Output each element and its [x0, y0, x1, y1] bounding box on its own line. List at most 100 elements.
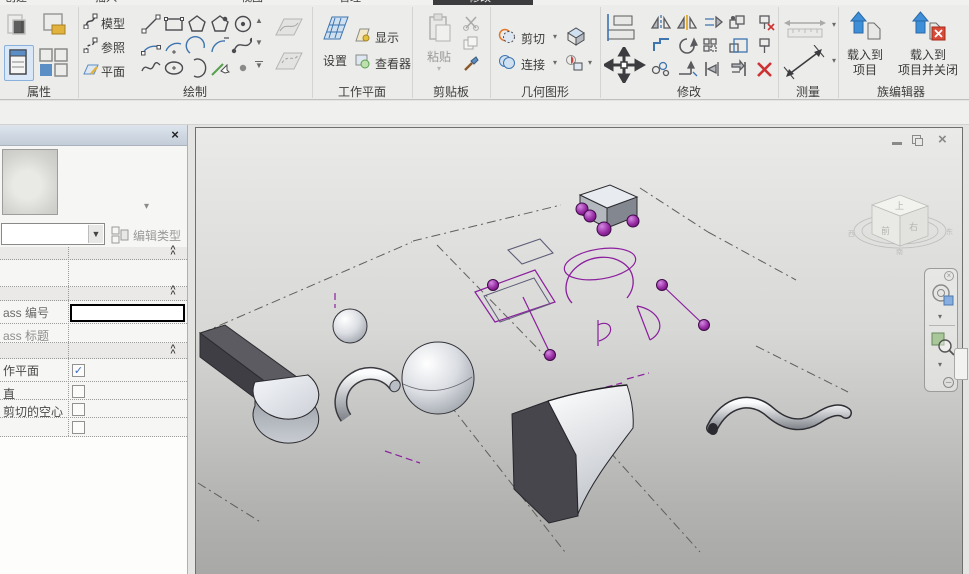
workplane-viewer-button[interactable]: 查看器	[375, 55, 411, 72]
show-workplane-icon[interactable]	[354, 27, 371, 43]
restore-window-icon[interactable]	[912, 135, 921, 144]
draw-inscribed-polygon-icon[interactable]	[189, 16, 205, 31]
load-into-project-and-close-button[interactable]: 载入到项目并关闭	[892, 11, 964, 85]
measure-horizontal-icon[interactable]	[782, 15, 828, 41]
cut-geometry-dropdown-icon[interactable]: ▾	[553, 33, 557, 41]
show-workplane-button[interactable]: 显示	[375, 29, 399, 46]
measure-diagonal-dropdown-icon[interactable]: ▾	[832, 57, 836, 65]
reference-line-icon[interactable]	[82, 37, 98, 53]
draw-arc-center-ends-icon[interactable]	[166, 43, 181, 54]
type-selector-combobox[interactable]: ▼	[1, 223, 105, 245]
properties-toggle-button[interactable]	[4, 45, 34, 81]
zoom-tool-icon[interactable]	[930, 331, 956, 357]
palette-close-icon[interactable]: ×	[167, 127, 183, 143]
preview-dropdown-icon[interactable]: ▾	[144, 201, 149, 212]
section-header[interactable]: ^^	[0, 247, 187, 260]
copy-icon[interactable]	[462, 35, 480, 51]
paint-dropdown-icon[interactable]: ▾	[588, 59, 592, 67]
copy-element-icon[interactable]	[730, 16, 744, 28]
reference-line-button[interactable]: 参照	[101, 39, 125, 56]
draw-circumscribed-polygon-icon[interactable]	[212, 16, 228, 31]
paste-button[interactable]: 粘贴 ▾	[420, 13, 458, 83]
large-sphere[interactable]	[402, 342, 474, 414]
join-geometry-dropdown-icon[interactable]: ▾	[553, 59, 557, 67]
draw-half-ellipse-icon[interactable]	[194, 59, 206, 77]
navbar-close-icon[interactable]: ×	[944, 271, 954, 281]
mirror-pick-axis-icon[interactable]	[652, 15, 670, 30]
spline-surface-disabled-icon[interactable]	[268, 13, 308, 43]
revolve-surface-disabled-icon[interactable]	[268, 47, 308, 77]
measure-diagonal-icon[interactable]	[782, 45, 828, 81]
rotate-icon[interactable]	[680, 39, 697, 53]
draw-expand-icon[interactable]: ▼	[255, 61, 263, 70]
zoom-dropdown-icon[interactable]: ▾	[938, 361, 942, 369]
family-category-icon[interactable]	[4, 11, 74, 43]
d-extrusion[interactable]	[253, 375, 319, 443]
extend-multiple-icon[interactable]	[732, 61, 745, 76]
split-element-icon[interactable]	[653, 63, 669, 76]
close-window-icon[interactable]: ×	[938, 131, 947, 148]
plane-button[interactable]: 平面	[101, 63, 125, 80]
property-row-workplane[interactable]: 作平面 ✓	[0, 359, 187, 382]
trim-icon[interactable]	[679, 62, 697, 76]
compass-west-label[interactable]: 西	[848, 230, 855, 238]
draw-scroll-up-icon[interactable]: ▲	[255, 17, 263, 25]
delete-icon[interactable]	[758, 63, 771, 76]
array-icon[interactable]	[704, 39, 716, 51]
offset-icon[interactable]	[705, 17, 722, 27]
property-row-blank[interactable]	[0, 418, 187, 437]
split-face-icon[interactable]	[564, 25, 588, 47]
small-sphere[interactable]	[333, 309, 367, 343]
draw-ellipse-icon[interactable]	[166, 62, 183, 74]
edit-type-button[interactable]: 编辑类型	[111, 225, 187, 245]
draw-arc-fillet-icon[interactable]	[212, 38, 229, 52]
cope-icon[interactable]	[654, 39, 669, 51]
cut-icon[interactable]	[462, 15, 480, 31]
type-selector-dropdown-icon[interactable]: ▼	[88, 225, 103, 243]
join-geometry-icon[interactable]	[498, 53, 516, 70]
set-workplane-button[interactable]: 设置	[316, 13, 354, 79]
wheel-dropdown-icon[interactable]: ▾	[938, 313, 942, 321]
property-row-vertical[interactable]: 直	[0, 382, 187, 400]
draw-spline-wave-icon[interactable]	[142, 63, 160, 71]
match-type-brush-icon[interactable]	[462, 55, 480, 73]
navbar-collapse-icon[interactable]: –	[943, 377, 954, 388]
join-geometry-button[interactable]: 连接	[521, 56, 545, 73]
align-corner-icon[interactable]	[706, 62, 718, 76]
minimize-window-icon[interactable]	[892, 142, 902, 145]
cut-geometry-button[interactable]: 剪切	[521, 30, 545, 47]
section-header[interactable]: ^^	[0, 287, 187, 301]
workplane-checkbox[interactable]: ✓	[72, 364, 85, 377]
section-header[interactable]: ^^	[0, 343, 187, 359]
workplane-viewer-icon[interactable]	[354, 53, 371, 69]
property-row-cut-void[interactable]: 剪切的空心	[0, 400, 187, 418]
blank-checkbox[interactable]	[72, 421, 85, 434]
draw-arc-start-end-icon[interactable]	[142, 46, 161, 56]
unpin-icon[interactable]	[760, 16, 774, 30]
measure-horizontal-dropdown-icon[interactable]: ▾	[832, 21, 836, 29]
plane-icon[interactable]	[82, 61, 100, 77]
draw-rectangle-icon[interactable]	[165, 18, 184, 31]
cut-void-checkbox[interactable]	[72, 403, 85, 416]
model-viewport[interactable]: 上 前 右 西 南 东	[196, 128, 962, 574]
compass-east-label[interactable]: 东	[946, 227, 953, 236]
model-line-icon[interactable]	[82, 13, 98, 29]
draw-circle-icon[interactable]	[236, 17, 251, 32]
draw-arc-tangent-icon[interactable]	[186, 37, 204, 53]
vertical-checkbox[interactable]	[72, 385, 85, 398]
cut-geometry-icon[interactable]	[498, 27, 516, 44]
family-types-icon[interactable]	[38, 47, 72, 79]
pin-icon[interactable]	[760, 39, 769, 53]
draw-scroll-down-icon[interactable]: ▼	[255, 39, 263, 47]
draw-line-icon[interactable]	[142, 15, 160, 33]
scale-icon[interactable]	[730, 39, 747, 52]
property-row-mass-number[interactable]: ass 编号	[0, 301, 187, 324]
model-line-button[interactable]: 模型	[101, 15, 125, 32]
property-row-empty[interactable]	[0, 260, 187, 287]
property-row-mass-title[interactable]: ass 标题	[0, 324, 187, 343]
draw-spline-icon[interactable]	[233, 39, 253, 53]
move-icon[interactable]	[604, 47, 646, 83]
draw-pick-lines-icon[interactable]	[212, 64, 229, 75]
palette-title-bar[interactable]: ×	[0, 125, 187, 146]
collapsed-panel-tab[interactable]	[954, 348, 968, 380]
